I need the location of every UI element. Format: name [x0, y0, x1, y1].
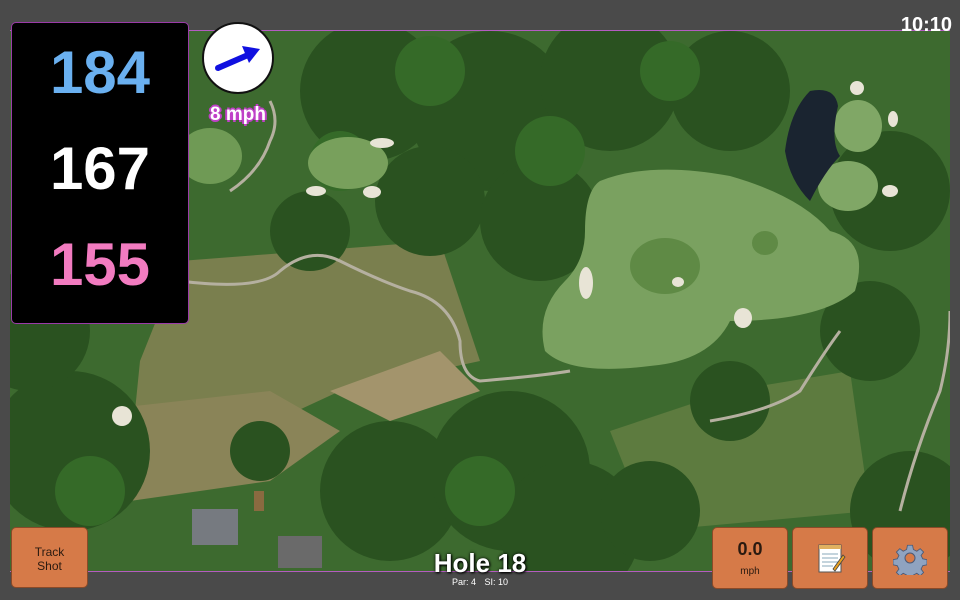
building	[192, 509, 238, 545]
status-time: 10:10	[900, 14, 952, 36]
hole-stroke-index: SI: 10	[484, 577, 509, 587]
front-distance: 155	[49, 231, 151, 298]
gear-icon	[893, 544, 927, 575]
green	[630, 238, 700, 294]
swing-speed-button[interactable]: 0.0 mph	[712, 527, 788, 589]
hole-par: Par: 4	[451, 577, 476, 587]
distance-panel: 184 167 155	[11, 22, 189, 324]
track-shot-label-line1: Track	[34, 545, 65, 559]
wind-direction-dial	[202, 22, 274, 94]
notes-button[interactable]	[792, 527, 868, 589]
speed-unit: mph	[740, 566, 760, 577]
wind-speed: 8 mph	[210, 104, 266, 125]
hole-title: Hole 18	[433, 548, 527, 578]
back-distance: 184	[49, 39, 151, 106]
track-shot-label-line2: Shot	[37, 559, 62, 573]
wind-arrow-icon	[215, 46, 260, 71]
middle-distance: 167	[49, 135, 151, 202]
hole-meta: Par: 4 SI: 10	[380, 577, 580, 587]
track-shot-button[interactable]: Track Shot	[11, 527, 88, 588]
notepad-icon	[818, 544, 846, 573]
settings-button[interactable]	[872, 527, 948, 589]
speed-value: 0.0	[737, 539, 763, 559]
